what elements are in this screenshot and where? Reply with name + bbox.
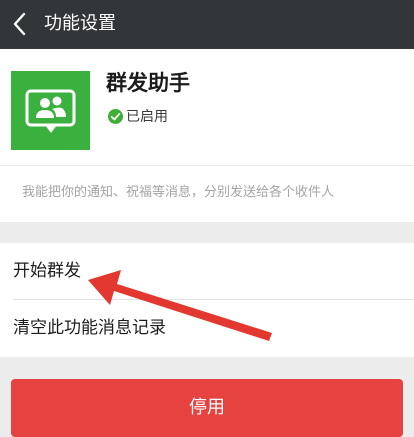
menu-item-clear-history[interactable]: 清空此功能消息记录 [0,300,414,356]
top-bar: 功能设置 [0,0,414,49]
check-circle-icon [108,109,123,124]
feature-description: 我能把你的通知、祝福等消息，分别发送给各个收件人 [22,185,335,200]
menu-list: 开始群发 清空此功能消息记录 [0,243,414,357]
menu-item-label: 开始群发 [13,261,81,281]
group-chat-glyph [25,89,76,133]
menu-item-label: 清空此功能消息记录 [13,318,166,338]
chevron-left-icon [13,12,26,36]
group-chat-icon [11,71,90,150]
disable-button[interactable]: 停用 [11,379,403,437]
description-card: 我能把你的通知、祝福等消息，分别发送给各个收件人 [0,166,414,222]
status-text: 已启用 [126,109,168,125]
feature-name: 群发助手 [106,71,190,95]
menu-item-start-broadcast[interactable]: 开始群发 [0,243,414,299]
back-button[interactable] [9,10,31,38]
page-title: 功能设置 [44,13,116,34]
feature-header: 群发助手 已启用 [0,49,414,165]
